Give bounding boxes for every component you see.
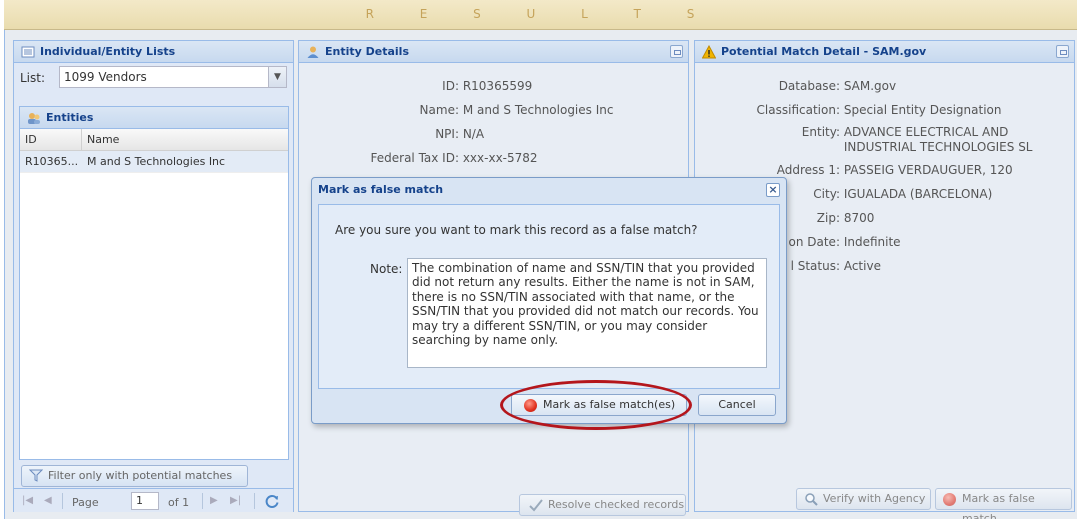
entity-details-header: Entity Details (299, 41, 688, 63)
pager-separator (62, 493, 63, 509)
entity-details-title: Entity Details (325, 45, 409, 58)
individual-entity-lists-panel: Individual/Entity Lists List: 1099 Vendo… (13, 40, 294, 512)
last-page-icon[interactable]: ▶| (230, 495, 241, 506)
row-id: R10365... (25, 155, 79, 168)
entities-grid-header: ID Name (20, 129, 288, 151)
resolve-checked-records-button[interactable]: Resolve checked records (519, 494, 686, 516)
column-header-name[interactable]: Name (82, 129, 288, 150)
note-label: Note: (370, 262, 403, 276)
pager-separator (202, 493, 203, 509)
cancel-button[interactable]: Cancel (698, 394, 776, 416)
check-icon (529, 499, 543, 512)
dialog-header: Mark as false match × (312, 178, 786, 202)
chevron-down-icon[interactable]: ▼ (268, 67, 286, 87)
note-textarea[interactable]: The combination of name and SSN/TIN that… (407, 258, 767, 368)
first-page-icon[interactable]: |◀ (22, 495, 33, 506)
verify-with-agency-button[interactable]: Verify with Agency (796, 488, 931, 510)
list-selector-row: List: 1099 Vendors ▼ (14, 63, 293, 93)
entities-panel-title: Entities (46, 111, 94, 124)
filter-button-label: Filter only with potential matches (48, 469, 233, 482)
detail-npi: NPI: N/A (435, 127, 485, 141)
pager-separator (254, 493, 255, 509)
row-name: M and S Technologies Inc (87, 155, 226, 168)
resolve-button-label: Resolve checked records (548, 498, 685, 511)
list-select[interactable]: 1099 Vendors ▼ (59, 66, 287, 88)
page-count: of 1 (168, 496, 190, 509)
potential-match-title: Potential Match Detail - SAM.gov (721, 45, 927, 58)
dialog-title: Mark as false match (318, 183, 444, 196)
lists-panel-title: Individual/Entity Lists (40, 45, 176, 58)
list-select-value: 1099 Vendors (64, 70, 147, 84)
refresh-icon[interactable] (264, 493, 280, 509)
mark-false-match-button[interactable]: Mark as false match (935, 488, 1072, 519)
results-title: R E S U L T S (365, 7, 716, 21)
filter-icon (29, 469, 43, 482)
match-entity: Entity: ADVANCE ELECTRICAL AND (801, 125, 1009, 139)
detail-name: Name: M and S Technologies Inc (419, 103, 614, 117)
list-icon (21, 46, 35, 58)
dialog-question: Are you sure you want to mark this recor… (335, 223, 698, 237)
entities-panel: Entities ID Name R10365... M and S Techn… (19, 106, 289, 460)
entities-panel-header: Entities (20, 107, 288, 129)
match-address: Address 1: PASSEIG VERDAUGUER, 120 (776, 163, 1013, 177)
match-entity-continued: INDUSTRIAL TECHNOLOGIES SL (843, 140, 1033, 154)
warning-icon (702, 45, 716, 59)
collapse-icon[interactable] (670, 45, 683, 58)
dialog-body: Are you sure you want to mark this recor… (318, 204, 780, 389)
list-label: List: (20, 71, 46, 85)
entities-icon (28, 113, 40, 124)
filter-potential-matches-button[interactable]: Filter only with potential matches (21, 465, 248, 487)
match-database: Database: SAM.gov (778, 79, 897, 93)
match-classification: Classification: Special Entity Designati… (756, 103, 1002, 117)
detail-id: ID: R10365599 (442, 79, 533, 93)
column-header-id[interactable]: ID (20, 129, 82, 150)
detail-tax-id: Federal Tax ID: xxx-xx-5782 (370, 151, 538, 165)
magnifier-icon (805, 493, 818, 506)
page-label: Page (72, 496, 99, 509)
collapse-icon[interactable] (1056, 45, 1069, 58)
verify-button-label: Verify with Agency (823, 492, 926, 505)
prev-page-icon[interactable]: ◀ (44, 495, 52, 506)
potential-match-header: Potential Match Detail - SAM.gov (695, 41, 1074, 63)
highlight-annotation (500, 380, 692, 430)
red-circle-icon (943, 493, 956, 506)
results-header: R E S U L T S (4, 0, 1077, 30)
close-icon[interactable]: × (766, 183, 780, 197)
table-row[interactable]: R10365... M and S Technologies Inc (20, 151, 288, 173)
pagination-toolbar: |◀ ◀ Page 1 of 1 ▶ ▶| (14, 488, 293, 512)
person-icon (307, 46, 319, 58)
next-page-icon[interactable]: ▶ (210, 495, 218, 506)
lists-panel-header: Individual/Entity Lists (14, 41, 293, 63)
page-number-input[interactable]: 1 (131, 492, 159, 510)
